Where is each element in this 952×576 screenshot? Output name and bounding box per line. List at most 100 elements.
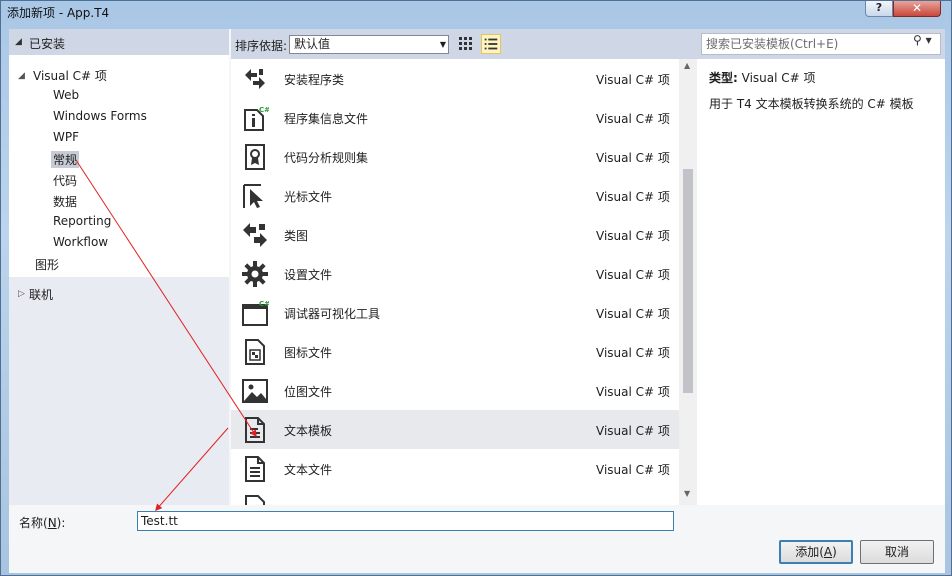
add-label-accesskey: A (823, 545, 833, 559)
tree-item-code[interactable]: 代码 (53, 172, 77, 189)
template-name: 安装程序类 (284, 73, 345, 87)
icon-file-icon (245, 339, 265, 365)
add-label-prefix: 添加( (795, 545, 824, 559)
name-label-accesskey: N (47, 516, 57, 530)
bitmap-file-icon (242, 379, 268, 403)
tree-item-visual-csharp[interactable]: Visual C# 项 (33, 67, 107, 84)
document-icon (245, 495, 265, 505)
online-section: ▷ 联机 (9, 277, 229, 505)
small-icons-view-icon[interactable] (457, 35, 475, 53)
search-icon[interactable]: ⚲ ▾ (913, 33, 932, 47)
template-name: 光标文件 (284, 190, 333, 204)
add-label-suffix: ) (832, 545, 837, 559)
name-label-suffix: ): (56, 516, 66, 530)
name-label: 名称(N): (19, 514, 65, 531)
chevron-down-icon: ▼ (439, 40, 446, 49)
svg-text:C#: C# (259, 300, 269, 308)
help-button[interactable]: ? (865, 1, 893, 17)
installed-header[interactable]: ◢ 已安装 (9, 29, 229, 55)
add-button[interactable]: 添加(A) (779, 540, 853, 564)
add-new-item-dialog: 添加新项 - App.T4 ? ✕ ◢ 已安装 ◢ Visual C# 项 We… (0, 0, 952, 576)
tree-item-online[interactable]: 联机 (29, 286, 53, 303)
template-row-code-analysis-ruleset[interactable]: 代码分析规则集 Visual C# 项 (231, 137, 679, 176)
template-row-text-file[interactable]: 文本文件 Visual C# 项 (231, 449, 679, 488)
template-type: Visual C# 项 (596, 424, 670, 438)
cursor-file-icon (243, 184, 263, 208)
tree-item-wpf[interactable]: WPF (53, 130, 79, 144)
template-name: 类图 (284, 229, 309, 243)
template-type-line: 类型: Visual C# 项 (709, 69, 816, 86)
scroll-down-icon[interactable]: ▼ (684, 489, 690, 498)
template-type: Visual C# 项 (596, 151, 670, 165)
sort-selected-value: 默认值 (294, 37, 331, 51)
expand-arrow-icon[interactable]: ▷ (18, 289, 25, 299)
template-type: Visual C# 项 (596, 346, 670, 360)
list-view-icon[interactable] (481, 34, 501, 54)
sort-dropdown[interactable]: 默认值 ▼ (289, 35, 449, 54)
settings-gear-icon (242, 261, 268, 287)
template-name: 图标文件 (284, 346, 333, 360)
sort-label: 排序依据: (235, 39, 288, 53)
expand-arrow-icon[interactable]: ◢ (18, 71, 25, 81)
template-row-text-template[interactable]: 文本模板 Visual C# 项 (231, 410, 679, 449)
search-toolbar: 搜索已安装模板(Ctrl+E) ⚲ ▾ (697, 29, 945, 59)
template-row-bitmap-file[interactable]: 位图文件 Visual C# 项 (231, 371, 679, 410)
template-name: 代码分析规则集 (284, 151, 369, 165)
template-type: Visual C# 项 (596, 385, 670, 399)
code-analysis-ruleset-icon (245, 144, 265, 170)
tree-item-web[interactable]: Web (53, 88, 79, 102)
collapse-arrow-icon[interactable]: ◢ (15, 37, 22, 47)
tree-item-reporting[interactable]: Reporting (53, 214, 111, 228)
search-input[interactable]: 搜索已安装模板(Ctrl+E) (701, 33, 941, 55)
template-type: Visual C# 项 (596, 463, 670, 477)
template-row-class-diagram[interactable]: 类图 Visual C# 项 (231, 215, 679, 254)
template-name: 程序集信息文件 (284, 112, 369, 126)
window-title: 添加新项 - App.T4 (7, 6, 110, 20)
scrollbar-thumb[interactable] (683, 169, 693, 393)
template-type: Visual C# 项 (596, 190, 670, 204)
text-file-icon (245, 456, 265, 482)
template-row-assembly-info[interactable]: C# 程序集信息文件 Visual C# 项 (231, 98, 679, 137)
name-input[interactable]: Test.tt (137, 511, 674, 531)
type-label: 类型: (709, 71, 738, 85)
template-type: Visual C# 项 (596, 307, 670, 321)
close-button[interactable]: ✕ (893, 1, 941, 17)
name-label-prefix: 名称( (19, 516, 48, 530)
scroll-up-icon[interactable]: ▲ (684, 61, 690, 70)
tree-item-data[interactable]: 数据 (53, 193, 77, 210)
template-name: 设置文件 (284, 268, 333, 282)
class-diagram-icon (243, 223, 267, 247)
title-bar[interactable]: 添加新项 - App.T4 ? ✕ (1, 1, 951, 25)
template-type: Visual C# 项 (596, 73, 670, 87)
tree-item-graphics[interactable]: 图形 (35, 256, 59, 273)
template-name: 调试器可视化工具 (284, 307, 381, 321)
template-list: 安装程序类 Visual C# 项 C# 程序集信息文件 Visual C# 项 (231, 59, 697, 505)
tree-item-general[interactable]: 常规 (51, 151, 80, 168)
template-description: 用于 T4 文本模板转换系统的 C# 模板 (709, 97, 914, 111)
svg-text:C#: C# (259, 106, 269, 114)
template-row-settings-file[interactable]: 设置文件 Visual C# 项 (231, 254, 679, 293)
template-row-debugger-visualizer[interactable]: C# 调试器可视化工具 Visual C# 项 (231, 293, 679, 332)
tree-item-workflow[interactable]: Workflow (53, 235, 108, 249)
sort-toolbar: 排序依据: 默认值 ▼ (231, 29, 697, 59)
installed-label: 已安装 (29, 37, 66, 51)
text-template-icon (245, 417, 265, 443)
template-type: Visual C# 项 (596, 112, 670, 126)
template-type: Visual C# 项 (596, 268, 670, 282)
template-tree-pane: ◢ 已安装 ◢ Visual C# 项 Web Windows Forms WP… (9, 29, 229, 505)
template-row-partial (231, 488, 679, 505)
tree-item-windows-forms[interactable]: Windows Forms (53, 109, 147, 123)
type-value: Visual C# 项 (741, 71, 816, 85)
debugger-visualizer-icon: C# (242, 300, 269, 326)
details-pane: 类型: Visual C# 项 用于 T4 文本模板转换系统的 C# 模板 (697, 59, 945, 505)
cancel-button[interactable]: 取消 (860, 540, 934, 564)
assembly-info-icon: C# (244, 106, 269, 131)
template-row-installer-class[interactable]: 安装程序类 Visual C# 项 (231, 59, 679, 98)
template-name: 文本模板 (284, 424, 333, 438)
template-type: Visual C# 项 (596, 229, 670, 243)
template-row-cursor-file[interactable]: 光标文件 Visual C# 项 (231, 176, 679, 215)
installer-class-icon (245, 69, 265, 89)
template-list-scrollbar[interactable]: ▲ ▼ (679, 59, 697, 505)
dialog-client: ◢ 已安装 ◢ Visual C# 项 Web Windows Forms WP… (9, 29, 945, 573)
template-row-icon-file[interactable]: 图标文件 Visual C# 项 (231, 332, 679, 371)
